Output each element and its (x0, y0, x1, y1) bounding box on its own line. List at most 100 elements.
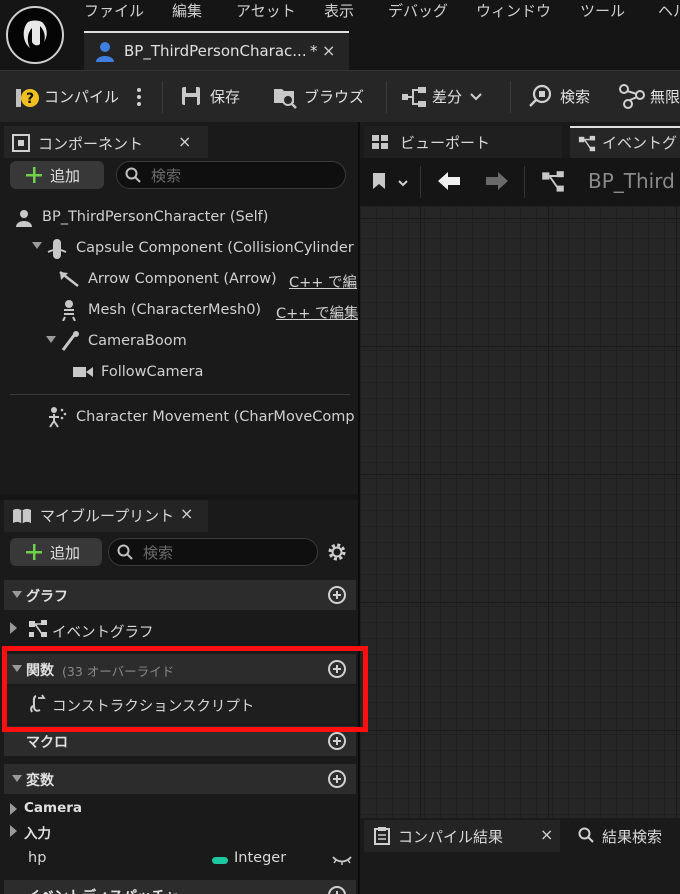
tree-item-camera-boom[interactable]: CameraBoom (88, 333, 187, 349)
toolbar: ? コンパイル 保存 ブラウズ 差分 検索 無限 (0, 70, 680, 122)
chevron-down-icon (12, 591, 22, 599)
find-results-tab[interactable]: 結果検索 (566, 820, 680, 852)
tree-item-follow-camera[interactable]: FollowCamera (101, 364, 203, 380)
menu-view[interactable]: 表示 (324, 0, 354, 22)
add-component-button[interactable]: 追加 (10, 161, 104, 189)
browse-button[interactable]: ブラウズ (304, 86, 364, 107)
chevron-down-icon[interactable] (46, 336, 56, 344)
event-graph-tab[interactable]: イベントグ (570, 126, 680, 158)
camera-icon (72, 365, 94, 379)
chevron-down-icon[interactable] (470, 93, 482, 101)
components-tab-title: コンポーネント (38, 135, 144, 153)
menu-tools[interactable]: ツール (580, 0, 625, 22)
edit-in-cpp-link-mesh[interactable]: C++ で編集 (276, 302, 359, 323)
find-results-tab-title: 結果検索 (602, 828, 663, 846)
graph-canvas[interactable] (360, 158, 680, 818)
save-button[interactable]: 保存 (210, 86, 240, 107)
capsule-icon (46, 238, 68, 260)
section-event-dispatchers[interactable]: イベントディスパッチャ (4, 880, 356, 894)
event-graph-icon (578, 135, 596, 153)
compile-button[interactable]: コンパイル (44, 86, 119, 107)
menu-window[interactable]: ウィンドウ (476, 0, 551, 22)
back-arrow-icon[interactable] (436, 171, 462, 191)
bookmark-icon[interactable] (372, 172, 386, 190)
compile-results-tab-close[interactable]: × (540, 825, 553, 844)
search-icon (578, 827, 594, 843)
chevron-right-icon[interactable] (10, 803, 18, 815)
variable-category-input[interactable]: 入力 (24, 822, 51, 842)
toolbar-overflow-button[interactable]: 無限 (650, 86, 680, 107)
graph-icon (540, 170, 566, 194)
diff-icon (400, 85, 430, 109)
chevron-down-icon (12, 775, 22, 783)
section-event-dispatchers-label: イベントディスパッチャ (26, 886, 179, 894)
menu-edit[interactable]: 編集 (172, 0, 202, 22)
menu-help[interactable]: ヘル (658, 0, 680, 22)
tree-item-character-movement[interactable]: Character Movement (CharMoveComp (76, 409, 355, 425)
search-icon (117, 544, 133, 560)
chevron-down-icon[interactable] (398, 180, 408, 187)
chevron-right-icon[interactable] (10, 622, 18, 634)
edit-in-cpp-link-arrow[interactable]: C++ で編 (289, 271, 357, 292)
menu-debug[interactable]: デバッグ (388, 0, 448, 22)
variable-name: hp (28, 850, 47, 866)
section-variables[interactable]: 変数 (4, 764, 356, 794)
components-search-placeholder: 検索 (151, 167, 182, 185)
unreal-logo-icon[interactable] (6, 6, 64, 64)
tree-item-mesh[interactable]: Mesh (CharacterMesh0) (88, 302, 261, 318)
my-blueprint-tab-title: マイブループリント (40, 507, 175, 525)
find-button[interactable]: 検索 (560, 86, 590, 107)
my-blueprint-tab[interactable]: マイブループリント × (4, 500, 208, 532)
chevron-down-icon[interactable] (32, 242, 42, 250)
add-event-dispatcher-icon[interactable] (328, 886, 346, 894)
search-icon (528, 83, 554, 109)
compile-options-icon[interactable] (136, 87, 142, 107)
variable-type[interactable]: Integer (234, 850, 286, 866)
plus-icon (26, 544, 42, 560)
bottom-panel: コンパイル結果 × 結果検索 (360, 818, 680, 894)
skeletal-mesh-icon (60, 299, 78, 321)
movement-icon (46, 406, 68, 428)
my-blueprint-search-placeholder: 検索 (143, 544, 174, 562)
diff-button[interactable]: 差分 (432, 86, 462, 107)
spring-arm-icon (60, 330, 80, 352)
add-macro-icon[interactable] (328, 732, 346, 750)
book-icon (12, 507, 32, 525)
viewport-icon (372, 135, 388, 149)
my-blueprint-tab-close[interactable]: × (180, 504, 193, 523)
event-graph-item[interactable]: イベントグラフ (52, 621, 154, 642)
document-tab[interactable]: BP_ThirdPersonCharac... * × (84, 31, 349, 71)
tree-item-root[interactable]: BP_ThirdPersonCharacter (Self) (42, 209, 268, 225)
tree-item-capsule[interactable]: Capsule Component (CollisionCylinder (76, 240, 354, 256)
eye-closed-icon[interactable] (332, 854, 352, 866)
my-blueprint-search-input[interactable]: 検索 (108, 538, 318, 566)
variable-row-hp[interactable]: hp Integer (4, 846, 356, 874)
highlight-annotation (2, 646, 368, 732)
menu-file[interactable]: ファイル (84, 0, 144, 22)
integer-type-pill-icon (212, 857, 228, 864)
components-search-input[interactable]: 検索 (116, 161, 346, 189)
components-icon (12, 134, 30, 152)
editor-tab-strip: ビューポート イベントグ (360, 122, 680, 158)
event-graph-icon (28, 619, 48, 639)
viewport-tab[interactable]: ビューポート (364, 126, 562, 158)
add-graph-icon[interactable] (328, 586, 346, 604)
components-tab[interactable]: コンポーネント × (4, 126, 208, 158)
gear-icon[interactable] (326, 541, 348, 563)
forward-arrow-icon[interactable] (484, 171, 510, 191)
add-member-button[interactable]: 追加 (10, 538, 102, 566)
components-panel: コンポーネント × 追加 検索 BP_ThirdPersonCharacter … (0, 122, 359, 494)
browse-icon (272, 83, 298, 109)
graph-breadcrumb[interactable]: BP_Third (588, 169, 675, 193)
arrow-component-icon (58, 270, 80, 290)
tree-item-arrow[interactable]: Arrow Component (Arrow) (88, 271, 277, 287)
compile-results-tab[interactable]: コンパイル結果 × (364, 820, 560, 852)
section-graphs[interactable]: グラフ (4, 580, 356, 610)
menu-asset[interactable]: アセット (236, 0, 296, 22)
add-variable-icon[interactable] (328, 770, 346, 788)
chevron-right-icon[interactable] (10, 825, 18, 837)
components-tab-close[interactable]: × (178, 132, 191, 151)
variable-category-camera[interactable]: Camera (24, 800, 82, 816)
hierarchy-icon (618, 83, 646, 109)
document-tab-close[interactable]: × (322, 41, 335, 60)
